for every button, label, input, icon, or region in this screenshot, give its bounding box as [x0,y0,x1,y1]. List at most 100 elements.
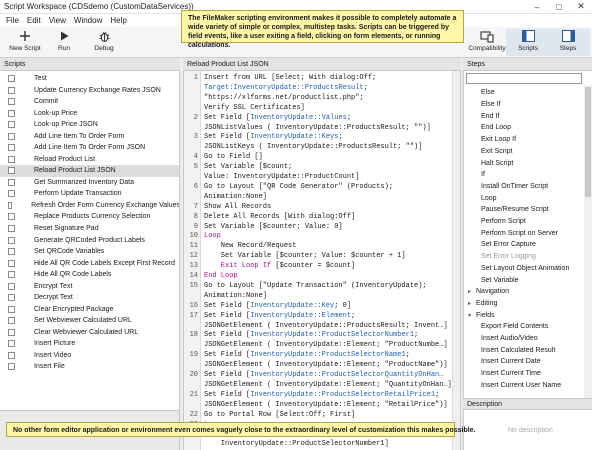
script-list-item[interactable]: Add Line Item To Order Form [0,131,179,143]
script-checkbox[interactable] [8,363,15,371]
menu-window[interactable]: Window [70,16,106,25]
steps-toggle-button[interactable]: Steps [546,29,590,56]
script-checkbox[interactable] [8,75,15,83]
script-list-item[interactable]: Refresh Order Form Currency Exchange Val… [0,200,179,212]
script-list-item[interactable]: Hide All QR Code Labels [0,269,179,281]
code-line[interactable]: Verify SSL Certificates] [204,104,305,112]
script-list-item[interactable]: Insert File [0,361,179,373]
menu-file[interactable]: File [2,16,23,25]
script-list-item[interactable]: Get Summarized Inventory Data [0,177,179,189]
code-line[interactable]: JSONListValues ( InventoryUpdate::Produc… [204,124,431,132]
code-line[interactable]: Set Field [InventoryUpdate::ProductSelec… [204,331,418,339]
code-line[interactable]: Value: InventoryUpdate::ProductCount] [204,173,359,181]
menu-edit[interactable]: Edit [23,16,45,25]
editor-tab[interactable]: Reload Product List JSON [183,58,461,71]
close-icon[interactable]: ✕ [570,0,592,14]
code-line[interactable]: Set Field [InventoryUpdate::Values; [204,114,351,122]
code-line[interactable]: Set Field [InventoryUpdate::ProductSelec… [204,351,410,359]
step-item[interactable]: Exit Loop If [464,134,585,146]
code-line[interactable]: End Loop [204,272,238,280]
menu-view[interactable]: View [45,16,70,25]
code-line[interactable]: Set Field [InventoryUpdate::ProductSelec… [204,371,443,379]
script-list-item[interactable]: Clear Webviewer Calculated URL [0,326,179,338]
script-checkbox[interactable] [8,248,15,256]
step-item[interactable]: Else If [464,99,585,111]
code-line[interactable]: Set Field [InventoryUpdate::Element; [204,312,355,320]
compatibility-button[interactable]: Compatibility [465,29,509,52]
script-checkbox[interactable] [8,167,15,175]
script-checkbox[interactable] [8,201,13,209]
code-line[interactable]: JSONGetElement ( InventoryUpdate::Elemen… [204,341,448,349]
code-line[interactable]: Go to Layout ["QR Code Generator" (Produ… [204,183,393,191]
script-list-item[interactable]: Set QRCode Variables [0,246,179,258]
script-checkbox[interactable] [8,144,15,152]
step-item[interactable]: Set Error Capture [464,239,585,251]
steps-scroll-thumb[interactable] [585,87,591,197]
code-line[interactable]: "https://xlforms.net/productlist.php"; [204,94,364,102]
step-item[interactable]: Set Variable [464,274,585,286]
script-list-item[interactable]: Clear Encrypted Package [0,303,179,315]
code-line[interactable]: JSONGetElement ( InventoryUpdate::Elemen… [204,381,452,389]
step-item[interactable]: Loop [464,192,585,204]
script-checkbox[interactable] [8,225,15,232]
script-checkbox[interactable] [8,178,15,186]
code-line[interactable]: JSONGetElement ( InventoryUpdate::Elemen… [204,361,448,369]
code-line[interactable]: Go to Field [] [204,153,263,161]
step-item[interactable]: Halt Script [464,157,585,169]
step-category[interactable]: ▸ Navigation [464,286,585,298]
step-item[interactable]: Pause/Resume Script [464,204,585,216]
code-line[interactable]: Set Variable [$counter; Value: $counter … [204,252,406,260]
script-list-item[interactable]: Encrypt Text [0,280,179,292]
script-checkbox[interactable] [8,86,15,94]
step-category[interactable]: ▾ Fields [464,309,585,321]
minimize-icon[interactable]: – [526,0,548,14]
script-list-item[interactable]: Generate QRCoded Product Labels [0,234,179,246]
step-item[interactable]: End Loop [464,122,585,134]
script-checkbox[interactable] [8,213,15,221]
step-item[interactable]: Exit Script [464,146,585,158]
code-line[interactable]: Animation:None] [204,292,267,300]
code-line[interactable]: Exit Loop If [$counter = $count] [204,262,355,270]
code-line[interactable]: New Record/Request [204,242,297,250]
step-item[interactable]: Else [464,87,585,99]
code-line[interactable]: Set Variable [$count; [204,163,292,171]
script-list-item[interactable]: Hide All QR Code Labels Except First Rec… [0,257,179,269]
scripts-toggle-button[interactable]: Scripts [506,29,550,56]
script-checkbox[interactable] [8,271,15,279]
script-list-item[interactable]: Insert Picture [0,338,179,350]
step-item[interactable]: Insert Current Date [464,356,585,368]
code-line[interactable]: Go to Layout ["Update Transaction" (Inve… [204,282,427,290]
code-line[interactable]: JSONGetElement ( InventoryUpdate::Elemen… [204,401,448,409]
code-line[interactable]: Set Variable [$counter; Value: 0] [204,223,343,231]
script-list-item[interactable]: Decrypt Text [0,292,179,304]
script-checkbox[interactable] [8,259,15,267]
step-item[interactable]: Perform Script [464,216,585,228]
script-list-item[interactable]: Look-up Price [0,108,179,120]
code-line[interactable]: JSONListKeys ( InventoryUpdate::Products… [204,143,422,151]
steps-search-input[interactable] [466,73,582,84]
script-list-item[interactable]: Replace Products Currency Selection [0,211,179,223]
script-list-item[interactable]: Add Line Item To Order Form JSON [0,142,179,154]
code-line[interactable]: InventoryUpdate::ProductSelectorNumber1] [204,440,389,448]
step-item[interactable]: Insert Audio/Video [464,333,585,345]
script-checkbox[interactable] [8,121,15,129]
step-item[interactable]: End If [464,110,585,122]
script-list-item[interactable]: Look-up Price JSON [0,119,179,131]
script-checkbox[interactable] [8,305,15,313]
steps-scrollbar[interactable] [584,85,592,398]
code-line[interactable]: Delete All Records [With dialog:Off] [204,213,355,221]
script-list-item[interactable]: Test [0,73,179,85]
step-item[interactable]: Set Layout Object Animation [464,263,585,275]
script-checkbox[interactable] [8,294,15,302]
code-line[interactable]: JSONGetElement ( InventoryUpdate::Produc… [204,322,448,330]
script-checkbox[interactable] [8,190,15,198]
menu-help[interactable]: Help [106,16,130,25]
script-checkbox[interactable] [8,317,15,325]
script-checkbox[interactable] [8,236,15,244]
script-checkbox[interactable] [8,132,15,140]
script-checkbox[interactable] [8,282,15,290]
code-line[interactable]: Set Field [InventoryUpdate::ProductSelec… [204,391,439,399]
script-checkbox[interactable] [8,340,15,348]
script-list-item[interactable]: Set Webviewer Calculated URL [0,315,179,327]
chevron-right-icon[interactable]: ▸ [468,288,476,295]
